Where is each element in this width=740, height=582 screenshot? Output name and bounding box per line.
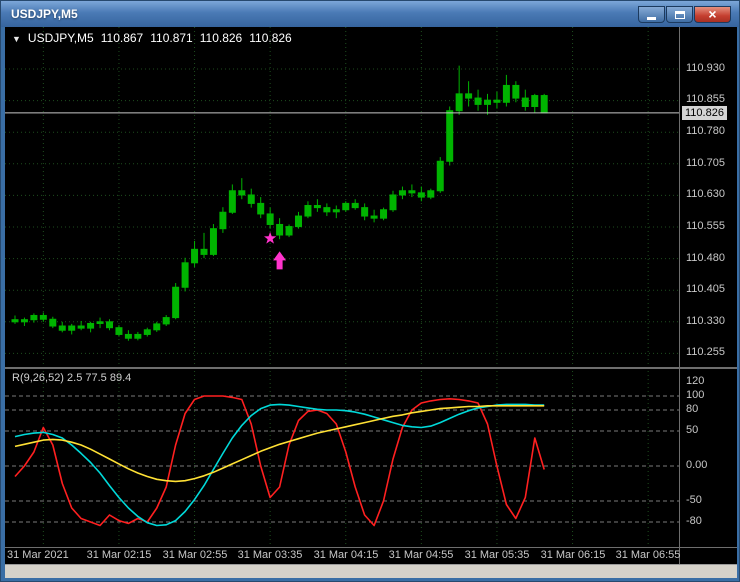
time-axis-label: 31 Mar 02:15 — [86, 549, 152, 561]
time-axis-label: 31 Mar 03:35 — [237, 549, 303, 561]
window-title: USDJPY,M5 — [11, 7, 78, 21]
ohlc-open: 110.867 — [100, 31, 144, 45]
chart-area[interactable]: ▼ USDJPY,M5 110.867 110.871 110.826 110.826 R… — [5, 27, 737, 564]
time-axis-label: 31 Mar 06:15 — [540, 549, 606, 561]
chart-canvas[interactable] — [5, 27, 737, 564]
price-axis-label: 110.480 — [686, 252, 725, 264]
price-axis-label: 110.255 — [686, 346, 725, 358]
ohlc-symbol: USDJPY,M5 — [27, 31, 94, 45]
symbol-dropdown-icon[interactable]: ▼ — [12, 34, 21, 44]
star-signal-icon — [264, 231, 277, 244]
price-axis-label: 110.630 — [686, 188, 725, 200]
close-icon: × — [708, 5, 717, 22]
indicator-axis-label: 120 — [686, 375, 705, 387]
ohlc-close: 110.826 — [249, 31, 292, 45]
maximize-button[interactable] — [666, 6, 693, 23]
current-price-tag: 110.826 — [682, 106, 727, 120]
price-axis-label: 110.330 — [686, 315, 725, 327]
maximize-icon — [674, 10, 685, 19]
price-axis-label: 110.405 — [686, 283, 725, 295]
time-axis-label: 31 Mar 02:55 — [162, 549, 228, 561]
price-axis-label: 110.705 — [686, 157, 725, 169]
price-axis-label: 110.555 — [686, 220, 725, 232]
indicator-label: R(9,26,52) 2.5 77.5 89.4 — [12, 372, 132, 384]
indicator-axis-label: -50 — [686, 494, 702, 506]
arrow-up-signal-icon — [273, 251, 287, 270]
time-axis-label: 31 Mar 04:15 — [313, 549, 379, 561]
time-axis-label: 31 Mar 2021 — [7, 549, 69, 561]
indicator-axis-label: 100 — [686, 389, 705, 401]
minimize-icon — [647, 16, 656, 20]
ohlc-readout: ▼ USDJPY,M5 110.867 110.871 110.826 110.826 — [12, 31, 299, 45]
window-controls: × — [638, 6, 731, 23]
time-axis-label: 31 Mar 05:35 — [464, 549, 530, 561]
price-axis-label: 110.780 — [686, 125, 725, 137]
titlebar[interactable]: USDJPY,M5 × — [1, 1, 739, 27]
time-axis-label: 31 Mar 06:55 — [615, 549, 681, 561]
time-axis-label: 31 Mar 04:55 — [388, 549, 454, 561]
ohlc-low: 110.826 — [199, 31, 243, 45]
ohlc-high: 110.871 — [150, 31, 193, 45]
indicator-axis-label: 50 — [686, 424, 699, 436]
price-axis-label: 110.930 — [686, 62, 725, 74]
window-bottom-strip — [5, 564, 737, 578]
mt4-chart-window: USDJPY,M5 × ▼ USDJPY,M5 110.867 110.871 110.… — [0, 0, 740, 582]
close-button[interactable]: × — [694, 6, 731, 23]
price-axis-label: 110.855 — [686, 93, 725, 105]
indicator-axis-label: -80 — [686, 515, 702, 527]
minimize-button[interactable] — [638, 6, 665, 23]
indicator-axis-label: 0.00 — [686, 459, 708, 471]
indicator-axis-label: 80 — [686, 403, 699, 415]
